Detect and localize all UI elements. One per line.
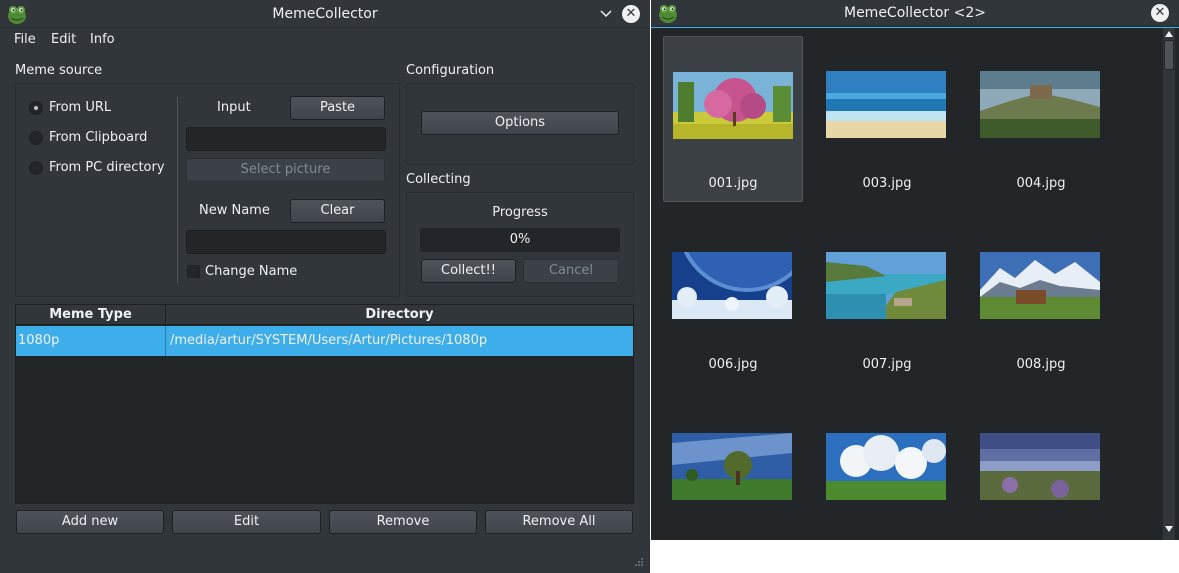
thumbnail-image — [672, 252, 792, 319]
thumbnail-item[interactable]: 001.jpg — [663, 36, 803, 202]
main-window: MemeCollector ✕ File Edit Info Meme sour… — [0, 0, 650, 573]
thumbnail-image — [672, 433, 792, 500]
meme-source-heading: Meme source — [15, 63, 103, 78]
progress-bar: 0% — [420, 228, 620, 252]
progress-label: Progress — [492, 205, 548, 220]
thumbnail-label: 004.jpg — [1016, 176, 1066, 191]
from-pc-directory-label[interactable]: From PC directory — [49, 160, 165, 175]
new-name-field[interactable] — [186, 230, 386, 254]
thumbnail-image — [826, 252, 946, 319]
from-url-label[interactable]: From URL — [49, 100, 111, 115]
radio-from-pc-directory[interactable] — [29, 161, 43, 175]
paste-button[interactable]: Paste — [290, 96, 385, 120]
change-name-checkbox[interactable] — [187, 265, 200, 278]
thumbnail-image — [980, 433, 1100, 500]
thumbnail-item[interactable]: 007.jpg — [817, 217, 957, 383]
new-name-label: New Name — [199, 203, 270, 218]
input-label: Input — [217, 100, 251, 115]
close-icon[interactable]: ✕ — [622, 5, 640, 23]
menu-info[interactable]: Info — [90, 32, 115, 47]
close-icon[interactable]: ✕ — [1151, 4, 1169, 22]
remove-button[interactable]: Remove — [329, 510, 477, 534]
from-clipboard-label[interactable]: From Clipboard — [49, 130, 147, 145]
column-header-meme-type[interactable]: Meme Type — [16, 305, 166, 325]
edit-button[interactable]: Edit — [172, 510, 321, 534]
radio-from-url[interactable] — [29, 101, 43, 115]
clear-button[interactable]: Clear — [290, 199, 385, 223]
thumbnail-item[interactable] — [663, 398, 803, 540]
thumbnail-label: 007.jpg — [862, 357, 912, 372]
scroll-down-icon[interactable] — [1165, 525, 1173, 533]
source-divider — [177, 97, 178, 283]
radio-from-clipboard[interactable] — [29, 131, 43, 145]
thumbnail-label: 003.jpg — [862, 176, 912, 191]
thumbnail-item[interactable] — [817, 398, 957, 540]
remove-all-button[interactable]: Remove All — [485, 510, 633, 534]
input-field[interactable] — [186, 127, 386, 151]
thumbnail-item[interactable]: 003.jpg — [817, 36, 957, 202]
menu-bar: File Edit Info — [0, 29, 650, 51]
scroll-up-icon[interactable] — [1165, 30, 1173, 38]
title-bar[interactable]: MemeCollector ✕ — [0, 0, 650, 28]
gallery-window-title: MemeCollector <2> — [843, 5, 986, 21]
cell-directory: /media/artur/SYSTEM/Users/Artur/Pictures… — [170, 333, 488, 348]
configuration-heading: Configuration — [406, 63, 495, 78]
column-header-directory[interactable]: Directory — [166, 305, 633, 325]
thumbnail-item[interactable] — [971, 398, 1111, 540]
collecting-heading: Collecting — [406, 172, 471, 187]
thumbnail-item[interactable]: 008.jpg — [971, 217, 1111, 383]
cancel-button[interactable]: Cancel — [523, 259, 619, 283]
table-row[interactable]: 1080p /media/artur/SYSTEM/Users/Artur/Pi… — [16, 326, 633, 356]
thumbnail-label: 008.jpg — [1016, 357, 1066, 372]
scrollbar-thumb[interactable] — [1164, 40, 1174, 70]
thumbnail-image — [980, 71, 1100, 138]
window-title: MemeCollector — [272, 6, 378, 22]
resize-grip-icon[interactable] — [634, 557, 644, 567]
vertical-scrollbar[interactable] — [1163, 28, 1175, 540]
thumbnail-image — [980, 252, 1100, 319]
thumbnail-image — [826, 71, 946, 138]
options-button[interactable]: Options — [421, 111, 619, 135]
select-picture-button[interactable]: Select picture — [186, 158, 385, 182]
change-name-label[interactable]: Change Name — [205, 264, 297, 279]
thumbnail-item[interactable]: 006.jpg — [663, 217, 803, 383]
meme-type-table: Meme Type Directory 1080p /media/artur/S… — [15, 304, 634, 504]
thumbnail-image — [826, 433, 946, 500]
cell-meme-type: 1080p — [16, 326, 166, 356]
thumbnail-label: 001.jpg — [708, 176, 758, 191]
thumbnail-item[interactable]: 004.jpg — [971, 36, 1111, 202]
thumbnail-label: 006.jpg — [708, 357, 758, 372]
gallery-window: MemeCollector <2> ✕ 001.jpg 003.jpg 004.… — [651, 0, 1179, 540]
thumbnail-image — [673, 72, 793, 139]
collect-button[interactable]: Collect!! — [421, 259, 516, 283]
menu-edit[interactable]: Edit — [51, 32, 76, 47]
menu-file[interactable]: File — [14, 32, 36, 47]
add-new-button[interactable]: Add new — [16, 510, 164, 534]
gallery-title-bar[interactable]: MemeCollector <2> ✕ — [651, 0, 1179, 27]
thumbnail-grid: 001.jpg 003.jpg 004.jpg 006.jpg 007.jpg … — [651, 28, 1163, 540]
chevron-down-icon[interactable] — [598, 6, 614, 22]
